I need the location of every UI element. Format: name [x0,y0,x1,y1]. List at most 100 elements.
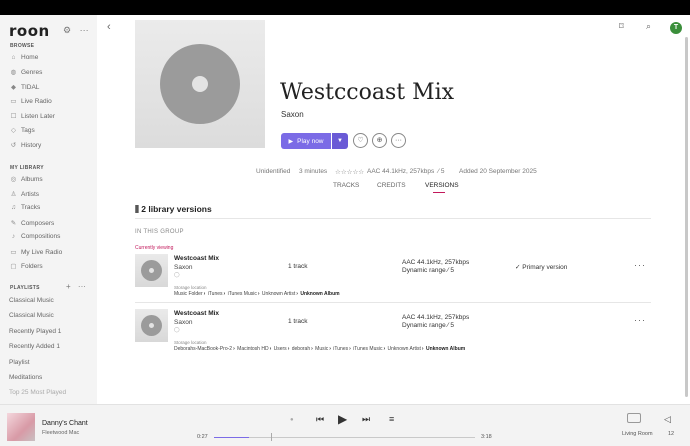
now-playing-artist[interactable]: Fleetwood Mac [42,430,79,436]
seek-bar-track [214,437,475,438]
identification-status[interactable]: Unidentified [256,168,290,175]
zone-icon[interactable] [627,413,641,423]
playlist-item[interactable]: Recently Added 1 [9,343,60,350]
sidebar-item-genres[interactable]: ◍ Genres [9,68,43,77]
versions-heading: ⫼ 2 library versions [135,204,212,214]
bookmark-icon[interactable]: ⌑ [619,21,624,32]
version-format: AAC 44.1kHz, 257kbps Dynamic range ⁄ 5 [402,259,470,274]
sidebar-item-folders[interactable]: ▢ Folders [9,262,42,271]
storage-location-label: Storage location [174,340,207,345]
scrollbar[interactable] [685,37,688,397]
add-playlist-icon[interactable]: + [66,282,71,291]
tab-credits[interactable]: CREDITS [377,182,406,189]
volume-level[interactable]: 12 [668,431,674,437]
sidebar-item-albums[interactable]: ◎ Albums [9,175,43,184]
play-options-dropdown[interactable]: ▼ [332,133,348,149]
play-now-button[interactable]: ▶ Play now [281,133,331,149]
group-label: IN THIS GROUP [135,229,184,235]
album-duration: 3 minutes [299,168,328,175]
sidebar-item-home[interactable]: ⌂ Home [9,54,39,61]
version-format: AAC 44.1kHz, 257kbps Dynamic range ⁄ 5 [402,314,470,329]
tab-versions[interactable]: VERSIONS [425,182,459,189]
back-arrow-icon[interactable]: ‹ [107,21,111,33]
album-cover [135,20,265,148]
info-icon[interactable]: ◯ [174,272,180,278]
seek-handle[interactable] [271,433,272,441]
radio-icon: ▭ [10,98,17,105]
zone-name[interactable]: Living Room [622,431,653,437]
heart-icon: ♡ [357,137,364,144]
tab-tracks[interactable]: TRACKS [333,182,359,189]
sidebar-item-listen-later[interactable]: ☐ Listen Later [9,112,55,121]
playlists-section-title: PLAYLISTS [10,285,40,291]
sidebar-item-my-live-radio[interactable]: ▭ My Live Radio [9,248,62,257]
sidebar-item-history[interactable]: ↺ History [9,141,41,150]
home-icon: ⌂ [11,54,16,61]
playlist-item[interactable]: Meditations [9,374,42,381]
playlist-item[interactable]: Classical Music [9,312,54,319]
folder-icon: ▢ [10,263,17,270]
info-icon[interactable]: ◯ [174,327,180,333]
version-artist[interactable]: Saxon [174,264,192,271]
now-playing-artwork[interactable] [7,413,35,441]
window-top-bar [0,0,690,15]
play-icon[interactable]: ▶ [338,412,347,426]
volume-icon[interactable]: ◁ [664,414,671,425]
composition-icon: ♪ [11,233,16,240]
version-more-icon[interactable]: ··· [634,315,646,325]
play-icon: ▶ [288,138,294,145]
user-avatar[interactable]: T [670,22,682,34]
history-icon: ↺ [10,142,17,149]
sidebar-item-tidal[interactable]: ◆ TIDAL [9,83,39,92]
more-options-button[interactable]: ··· [391,133,406,148]
version-name[interactable]: Westcoast Mix [174,255,219,262]
sidebar-item-compositions[interactable]: ♪ Compositions [9,233,61,240]
version-name[interactable]: Westcoast Mix [174,310,219,317]
date-added: Added 20 September 2025 [459,168,537,175]
search-icon[interactable]: ⌕ [646,21,651,32]
version-thumbnail[interactable] [135,309,168,342]
more-icon[interactable]: ··· [80,25,89,35]
queue-icon[interactable]: ≡ [389,414,394,424]
track-icon: ♫ [11,204,16,211]
composer-icon: ✎ [10,220,17,227]
playlist-item[interactable]: Top 25 Most Played [9,389,66,396]
album-artist-link[interactable]: Saxon [281,110,304,119]
storage-path: Deborahs-MacBook-Pro-2› Macintosh HD› Us… [174,346,466,352]
add-icon: ⊕ [376,137,383,144]
sidebar-item-tracks[interactable]: ♫ Tracks [9,204,40,211]
listen-later-icon: ☐ [10,113,17,120]
playlist-item[interactable]: Classical Music [9,297,54,304]
rating-stars[interactable]: ☆☆☆☆☆ [335,168,364,176]
storage-path: Music Folder› iTunes› iTunes Music› Unkn… [174,291,340,297]
sidebar-item-artists[interactable]: ♙ Artists [9,190,39,199]
previous-icon[interactable]: ⏮ [316,414,324,425]
disc-placeholder-icon [141,315,162,336]
sidebar-item-live-radio[interactable]: ▭ Live Radio [9,97,51,106]
currently-viewing-label: Currently viewing [135,245,174,251]
favorite-button[interactable]: ♡ [353,133,368,148]
settings-icon[interactable]: ⚙ [63,25,71,36]
playlist-item[interactable]: Playlist [9,359,30,366]
now-playing-title[interactable]: Danny's Chant [42,420,88,427]
radio-icon: ▭ [10,249,17,256]
browse-section-title: BROWSE [10,43,35,49]
seek-bar[interactable] [214,433,475,441]
version-thumbnail[interactable] [135,254,168,287]
artist-icon: ♙ [10,191,17,198]
version-more-icon[interactable]: ··· [634,260,646,270]
tag-icon: ◇ [11,127,16,134]
total-time: 3:18 [481,434,492,440]
add-to-library-button[interactable]: ⊕ [372,133,387,148]
next-icon[interactable]: ⏭ [362,414,370,425]
playlist-item[interactable]: Recently Played 1 [9,328,61,335]
version-track-count: 1 track [288,318,308,325]
shuffle-icon[interactable]: ● [290,417,294,423]
version-artist[interactable]: Saxon [174,319,192,326]
more-playlists-icon[interactable]: ··· [78,282,86,291]
sidebar-item-composers[interactable]: ✎ Composers [9,219,54,228]
album-title: Westccoast Mix [280,80,455,105]
genres-icon: ◍ [10,69,17,76]
storage-location-label: Storage location [174,285,207,290]
sidebar-item-tags[interactable]: ◇ Tags [9,126,35,135]
